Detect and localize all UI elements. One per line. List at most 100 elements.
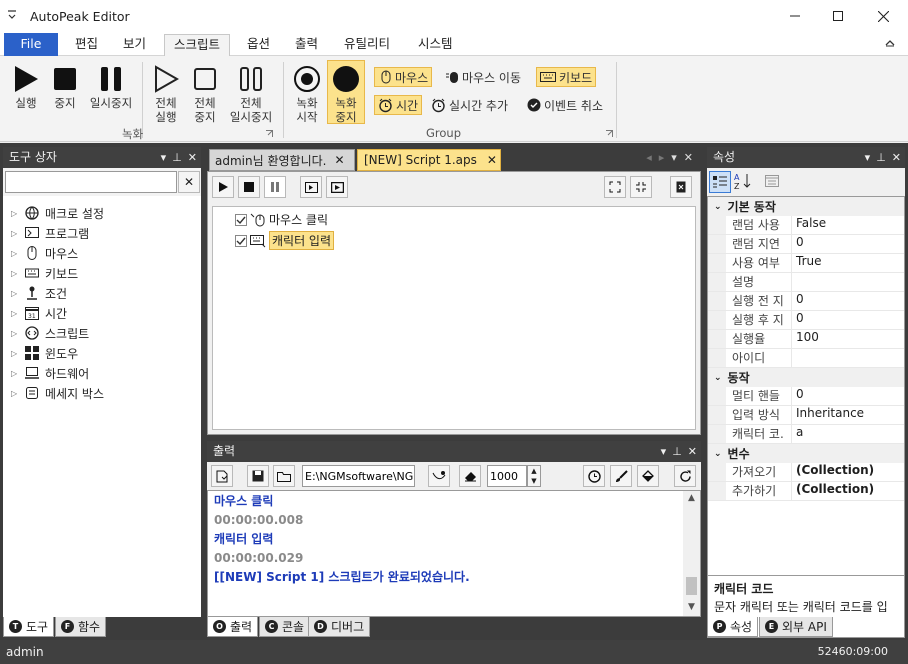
tab-utility[interactable]: 유틸리티 [335, 34, 399, 56]
keyboard-record-toggle[interactable]: 키보드 [536, 67, 597, 87]
collapse-icon[interactable] [630, 176, 652, 198]
categorized-icon[interactable] [709, 171, 731, 193]
scroll-left-icon[interactable]: ◂ [646, 151, 652, 164]
toolbox-item[interactable]: ▷ 프로그램 [11, 223, 201, 243]
property-value[interactable]: 0 [792, 292, 904, 310]
expand-arrow-icon[interactable]: ▷ [11, 229, 19, 238]
clock-icon[interactable] [583, 465, 605, 487]
chevron-down-icon[interactable]: ⌄ [714, 373, 722, 383]
property-pages-icon[interactable] [765, 174, 779, 188]
script-node-mouse-click[interactable]: 마우스 클릭 [235, 211, 328, 228]
property-value[interactable] [792, 349, 904, 367]
folder-icon[interactable] [273, 465, 295, 487]
dropdown-icon[interactable]: ▾ [661, 441, 667, 462]
property-value[interactable]: True [792, 254, 904, 272]
scroll-right-icon[interactable]: ▸ [659, 151, 665, 164]
new-file-icon[interactable] [211, 465, 233, 487]
property-row[interactable]: 설명 [708, 273, 904, 292]
dropdown-icon[interactable]: ▾ [161, 147, 167, 168]
tab-output[interactable]: O 출력 [207, 617, 259, 637]
output-line-count-input[interactable] [487, 465, 527, 487]
sort-az-icon[interactable]: AZ [734, 172, 752, 190]
dropdown-icon[interactable]: ▾ [671, 151, 677, 164]
expand-icon[interactable] [604, 176, 626, 198]
output-path-input[interactable] [302, 465, 415, 487]
tab-console[interactable]: C 콘솔 [259, 617, 311, 637]
property-row[interactable]: 추가하기 (Collection) [708, 482, 904, 501]
property-row[interactable]: 랜덤 지연 0 [708, 235, 904, 254]
toolbox-item[interactable]: ▷ 마우스 [11, 243, 201, 263]
property-value[interactable]: Inheritance [792, 406, 904, 424]
pin-icon[interactable]: ⊥ [876, 147, 886, 168]
property-value[interactable]: 100 [792, 330, 904, 348]
run-window-icon[interactable] [326, 176, 348, 198]
property-row[interactable]: 실행율 100 [708, 330, 904, 349]
property-row[interactable]: 캐릭터 코. a [708, 425, 904, 444]
toolbox-item[interactable]: ▷ 스크립트 [11, 323, 201, 343]
pin-icon[interactable]: ⊥ [172, 147, 182, 168]
close-icon[interactable]: ✕ [688, 441, 697, 462]
doc-tab-welcome[interactable]: admin님 환영합니다. ✕ [209, 149, 355, 171]
dialog-launcher-icon[interactable] [266, 130, 273, 137]
collapse-ribbon-icon[interactable] [885, 39, 895, 47]
stop-all-button[interactable]: 전체 중지 [188, 64, 222, 124]
tab-debug[interactable]: D 디버그 [308, 617, 371, 637]
play-icon[interactable] [212, 176, 234, 198]
toolbox-item[interactable]: ▷ 매크로 설정 [11, 203, 201, 223]
property-value[interactable]: 0 [792, 311, 904, 329]
expand-arrow-icon[interactable]: ▷ [11, 389, 19, 398]
maximize-button[interactable] [815, 0, 861, 32]
property-value[interactable]: False [792, 216, 904, 234]
stop-icon[interactable] [238, 176, 260, 198]
toolbox-search-input[interactable] [5, 171, 177, 193]
step-icon[interactable] [300, 176, 322, 198]
tab-view[interactable]: 보기 [114, 34, 155, 56]
tab-tools[interactable]: T 도구 [3, 617, 55, 637]
property-row[interactable]: 사용 여부 True [708, 254, 904, 273]
record-start-button[interactable]: 녹화 시작 [290, 64, 324, 124]
expand-arrow-icon[interactable]: ▷ [11, 249, 19, 258]
tab-file[interactable]: File [4, 33, 58, 56]
expand-arrow-icon[interactable]: ▷ [11, 329, 19, 338]
chevron-down-icon[interactable]: ⌄ [714, 449, 722, 459]
scroll-down-icon[interactable]: ▼ [683, 602, 700, 612]
expand-arrow-icon[interactable]: ▷ [11, 289, 19, 298]
pin-icon[interactable]: ⊥ [672, 441, 682, 462]
property-value[interactable]: a [792, 425, 904, 443]
close-icon[interactable]: ✕ [334, 153, 344, 167]
expand-arrow-icon[interactable]: ▷ [11, 369, 19, 378]
tab-functions[interactable]: F 함수 [55, 617, 107, 637]
close-icon[interactable]: ✕ [684, 151, 693, 164]
fill-icon[interactable] [637, 465, 659, 487]
output-scrollbar[interactable]: ▲ ▼ [683, 491, 700, 616]
doc-tab-script[interactable]: [NEW] Script 1.aps ✕ [357, 149, 501, 171]
pause-all-button[interactable]: 전체 일시중지 [226, 64, 276, 124]
property-category[interactable]: ⌄ 변수 [708, 444, 904, 463]
tab-options[interactable]: 옵션 [238, 34, 279, 56]
property-value[interactable]: (Collection) [792, 482, 904, 500]
property-category[interactable]: ⌄ 동작 [708, 368, 904, 387]
close-icon[interactable]: ✕ [487, 153, 497, 167]
chevron-down-icon[interactable]: ⌄ [714, 202, 722, 212]
count-spinner[interactable]: ▲ ▼ [527, 465, 541, 487]
expand-arrow-icon[interactable]: ▷ [11, 349, 19, 358]
clean-icon[interactable] [428, 465, 450, 487]
scroll-up-icon[interactable]: ▲ [683, 493, 700, 503]
toolbox-item[interactable]: ▷ 키보드 [11, 263, 201, 283]
refresh-icon[interactable] [674, 465, 696, 487]
toolbox-item[interactable]: ▷ 조건 [11, 283, 201, 303]
property-row[interactable]: 입력 방식 Inheritance [708, 406, 904, 425]
property-value[interactable]: 0 [792, 387, 904, 405]
expand-arrow-icon[interactable]: ▷ [11, 269, 19, 278]
toolbox-item[interactable]: ▷ 31 시간 [11, 303, 201, 323]
tab-external-api[interactable]: E 외부 API [759, 617, 833, 637]
close-icon[interactable]: ✕ [892, 147, 901, 168]
save-icon[interactable] [247, 465, 269, 487]
toolbox-item[interactable]: ▷ 윈도우 [11, 343, 201, 363]
mouse-record-toggle[interactable]: 마우스 [374, 67, 433, 87]
tab-output[interactable]: 출력 [286, 34, 327, 56]
property-row[interactable]: 실행 전 지0 [708, 292, 904, 311]
scroll-thumb[interactable] [686, 577, 697, 595]
event-cancel-toggle[interactable]: 이벤트 취소 [524, 95, 606, 115]
property-value[interactable]: (Collection) [792, 463, 904, 481]
